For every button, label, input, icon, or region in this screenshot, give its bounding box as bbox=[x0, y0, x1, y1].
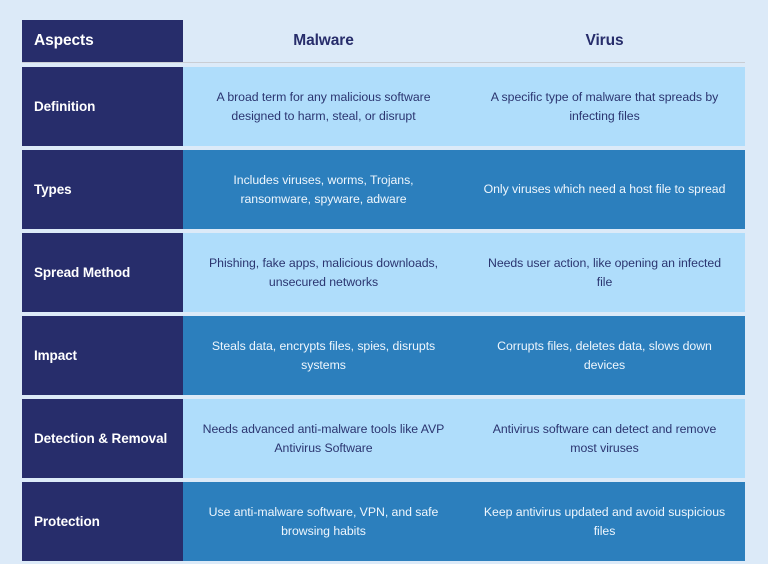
cell-spread-method-malware: Phishing, fake apps, malicious downloads… bbox=[183, 233, 464, 312]
table-row: Detection & Removal Needs advanced anti-… bbox=[22, 399, 745, 478]
header-label-malware: Malware bbox=[293, 32, 354, 49]
row-label-text: Detection & Removal bbox=[34, 430, 168, 446]
cell-text: Needs advanced anti-malware tools like A… bbox=[202, 422, 445, 455]
cell-text: Keep antivirus updated and avoid suspici… bbox=[483, 505, 726, 538]
row-label-definition: Definition bbox=[22, 67, 183, 146]
cell-text: Phishing, fake apps, malicious downloads… bbox=[209, 256, 438, 289]
table-header-cell-aspects: Aspects bbox=[22, 20, 183, 62]
cell-text: Includes viruses, worms, Trojans, ransom… bbox=[233, 173, 414, 206]
row-label-text: Definition bbox=[34, 98, 96, 114]
table-row: Protection Use anti-malware software, VP… bbox=[22, 482, 745, 561]
cell-impact-malware: Steals data, encrypts files, spies, disr… bbox=[183, 316, 464, 395]
cell-text: Corrupts files, deletes data, slows down… bbox=[497, 339, 712, 372]
cell-spread-method-virus: Needs user action, like opening an infec… bbox=[464, 233, 745, 312]
row-label-detection-removal: Detection & Removal bbox=[22, 399, 183, 478]
cell-definition-virus: A specific type of malware that spreads … bbox=[464, 67, 745, 146]
cell-protection-virus: Keep antivirus updated and avoid suspici… bbox=[464, 482, 745, 561]
cell-impact-virus: Corrupts files, deletes data, slows down… bbox=[464, 316, 745, 395]
cell-protection-malware: Use anti-malware software, VPN, and safe… bbox=[183, 482, 464, 561]
header-label-aspects: Aspects bbox=[34, 32, 94, 49]
table-header-row: Aspects Malware Virus bbox=[22, 20, 745, 63]
cell-types-virus: Only viruses which need a host file to s… bbox=[464, 150, 745, 229]
table-header-cell-virus: Virus bbox=[464, 20, 745, 62]
cell-text: Use anti-malware software, VPN, and safe… bbox=[208, 505, 439, 538]
cell-text: Only viruses which need a host file to s… bbox=[483, 182, 726, 197]
comparison-table: Aspects Malware Virus Definition A broad… bbox=[22, 20, 745, 561]
cell-detection-removal-virus: Antivirus software can detect and remove… bbox=[464, 399, 745, 478]
table-header-cell-malware: Malware bbox=[183, 20, 464, 62]
header-label-virus: Virus bbox=[585, 32, 624, 49]
row-label-text: Types bbox=[34, 181, 72, 197]
cell-types-malware: Includes viruses, worms, Trojans, ransom… bbox=[183, 150, 464, 229]
cell-text: A specific type of malware that spreads … bbox=[490, 90, 719, 123]
cell-text: Steals data, encrypts files, spies, disr… bbox=[211, 339, 436, 372]
row-label-text: Spread Method bbox=[34, 264, 131, 280]
cell-text: Antivirus software can detect and remove… bbox=[492, 422, 717, 455]
table-row: Spread Method Phishing, fake apps, malic… bbox=[22, 233, 745, 312]
row-label-text: Impact bbox=[34, 347, 77, 363]
table-row: Definition A broad term for any maliciou… bbox=[22, 67, 745, 146]
row-label-text: Protection bbox=[34, 513, 100, 529]
cell-detection-removal-malware: Needs advanced anti-malware tools like A… bbox=[183, 399, 464, 478]
row-label-protection: Protection bbox=[22, 482, 183, 561]
table-row: Types Includes viruses, worms, Trojans, … bbox=[22, 150, 745, 229]
cell-text: A broad term for any malicious software … bbox=[216, 90, 431, 123]
cell-definition-malware: A broad term for any malicious software … bbox=[183, 67, 464, 146]
table-row: Impact Steals data, encrypts files, spie… bbox=[22, 316, 745, 395]
row-label-spread-method: Spread Method bbox=[22, 233, 183, 312]
cell-text: Needs user action, like opening an infec… bbox=[487, 256, 721, 289]
row-label-types: Types bbox=[22, 150, 183, 229]
row-label-impact: Impact bbox=[22, 316, 183, 395]
